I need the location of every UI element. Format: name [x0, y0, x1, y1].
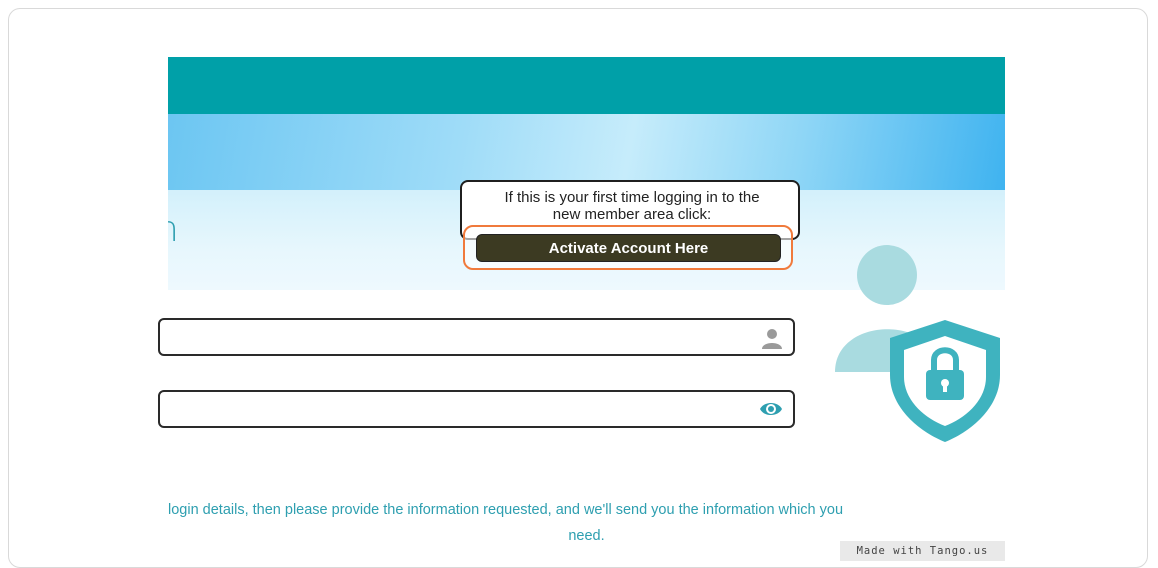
user-icon	[761, 327, 783, 354]
tooltip-text-line1: If this is your first time logging in to…	[504, 189, 760, 206]
tooltip-text: If this is your first time logging in to…	[462, 189, 802, 223]
eye-icon[interactable]	[759, 399, 783, 424]
tango-watermark: Made with Tango.us	[840, 541, 1005, 561]
form-layer: login details, then please provide the i…	[158, 57, 1005, 561]
password-field[interactable]	[158, 390, 795, 428]
tooltip-text-line2: new member area click:	[552, 206, 712, 223]
activate-account-button[interactable]: Activate Account Here	[476, 234, 781, 262]
username-field[interactable]	[158, 318, 795, 356]
help-text-line2: need.	[568, 528, 605, 544]
user-security-shield-icon	[830, 240, 1005, 450]
help-text-line1: login details, then please provide the i…	[168, 502, 844, 518]
username-input[interactable]	[172, 320, 756, 356]
password-input[interactable]	[172, 392, 756, 428]
